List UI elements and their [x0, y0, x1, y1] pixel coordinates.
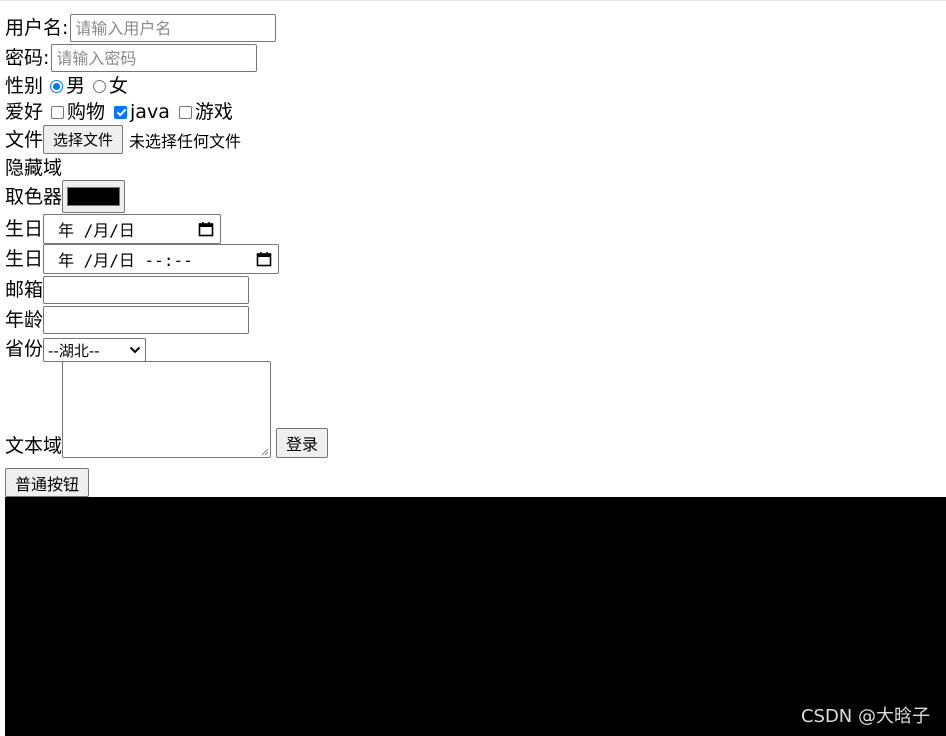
email-input[interactable]: [43, 276, 250, 304]
email-label: 邮箱: [5, 279, 44, 301]
hobby-java-label: java: [130, 101, 170, 123]
file-label: 文件: [5, 128, 44, 151]
hobby-shopping-checkbox[interactable]: [51, 105, 65, 119]
top-border: [0, 0, 946, 1]
gender-male-label: 男: [66, 75, 86, 97]
username-input[interactable]: [70, 14, 277, 42]
hobby-label: 爱好: [5, 101, 44, 123]
age-label: 年龄: [5, 309, 44, 331]
birth-date-label: 生日: [5, 218, 44, 240]
hobby-java-checkbox[interactable]: [114, 105, 128, 119]
gender-label: 性别: [5, 75, 44, 97]
province-select[interactable]: --湖北--: [43, 338, 147, 362]
textarea-label: 文本域: [5, 435, 63, 457]
username-label: 用户名:: [5, 17, 69, 39]
birth-date-input[interactable]: 年 /月/日: [43, 214, 222, 244]
password-row: 密码:: [5, 44, 258, 72]
password-input[interactable]: [51, 44, 258, 72]
gender-male-radio[interactable]: [50, 79, 64, 93]
resize-grip-icon[interactable]: [259, 446, 269, 456]
age-row: 年龄: [5, 306, 250, 334]
normal-button-row: 普通按钮: [5, 468, 90, 497]
birth-datetime-label: 生日: [5, 248, 44, 270]
birth-datetime-input[interactable]: 年 /月/日 --:--: [43, 244, 280, 274]
calendar-icon[interactable]: [198, 221, 214, 237]
textarea-input[interactable]: [62, 361, 272, 458]
birth-date-row: 生日 年 /月/日: [5, 214, 222, 244]
birth-datetime-display: 年 /月/日 --:--: [58, 251, 193, 270]
hobby-row: 爱好 购物 java 游戏: [5, 100, 233, 124]
color-row: 取色器: [5, 180, 126, 213]
birth-date-display: 年 /月/日: [58, 221, 135, 240]
gender-female-radio[interactable]: [93, 79, 107, 93]
normal-button[interactable]: 普通按钮: [5, 468, 90, 497]
username-row: 用户名:: [5, 14, 277, 42]
color-picker[interactable]: [62, 180, 126, 213]
province-label: 省份: [5, 338, 44, 360]
calendar-icon[interactable]: [256, 251, 272, 267]
gender-row: 性别 男 女: [5, 74, 128, 98]
password-label: 密码:: [5, 47, 50, 69]
birth-datetime-row: 生日 年 /月/日 --:--: [5, 244, 280, 274]
email-row: 邮箱: [5, 276, 250, 304]
login-button[interactable]: 登录: [276, 428, 329, 458]
hobby-game-checkbox[interactable]: [178, 105, 192, 119]
watermark: CSDN @大晗子: [800, 706, 930, 727]
province-row: 省份 --湖北--: [5, 336, 147, 362]
hobby-game-label: 游戏: [194, 101, 233, 123]
gender-female-label: 女: [109, 75, 129, 97]
black-image: CSDN @大晗子: [5, 497, 946, 736]
hobby-shopping-label: 购物: [67, 101, 106, 123]
color-label: 取色器: [5, 185, 63, 208]
choose-file-button[interactable]: 选择文件: [43, 125, 124, 154]
hidden-field-label: 隐藏域: [5, 157, 63, 179]
province-selected: --湖北--: [48, 341, 100, 360]
chevron-down-icon: [129, 346, 141, 354]
age-input[interactable]: [43, 306, 250, 334]
file-row: 文件 选择文件 未选择任何文件: [5, 125, 241, 154]
textarea-row: 文本域 登录: [5, 361, 329, 458]
hidden-row: 隐藏域: [5, 156, 62, 180]
color-swatch: [67, 187, 121, 206]
file-status: 未选择任何文件: [129, 131, 242, 151]
